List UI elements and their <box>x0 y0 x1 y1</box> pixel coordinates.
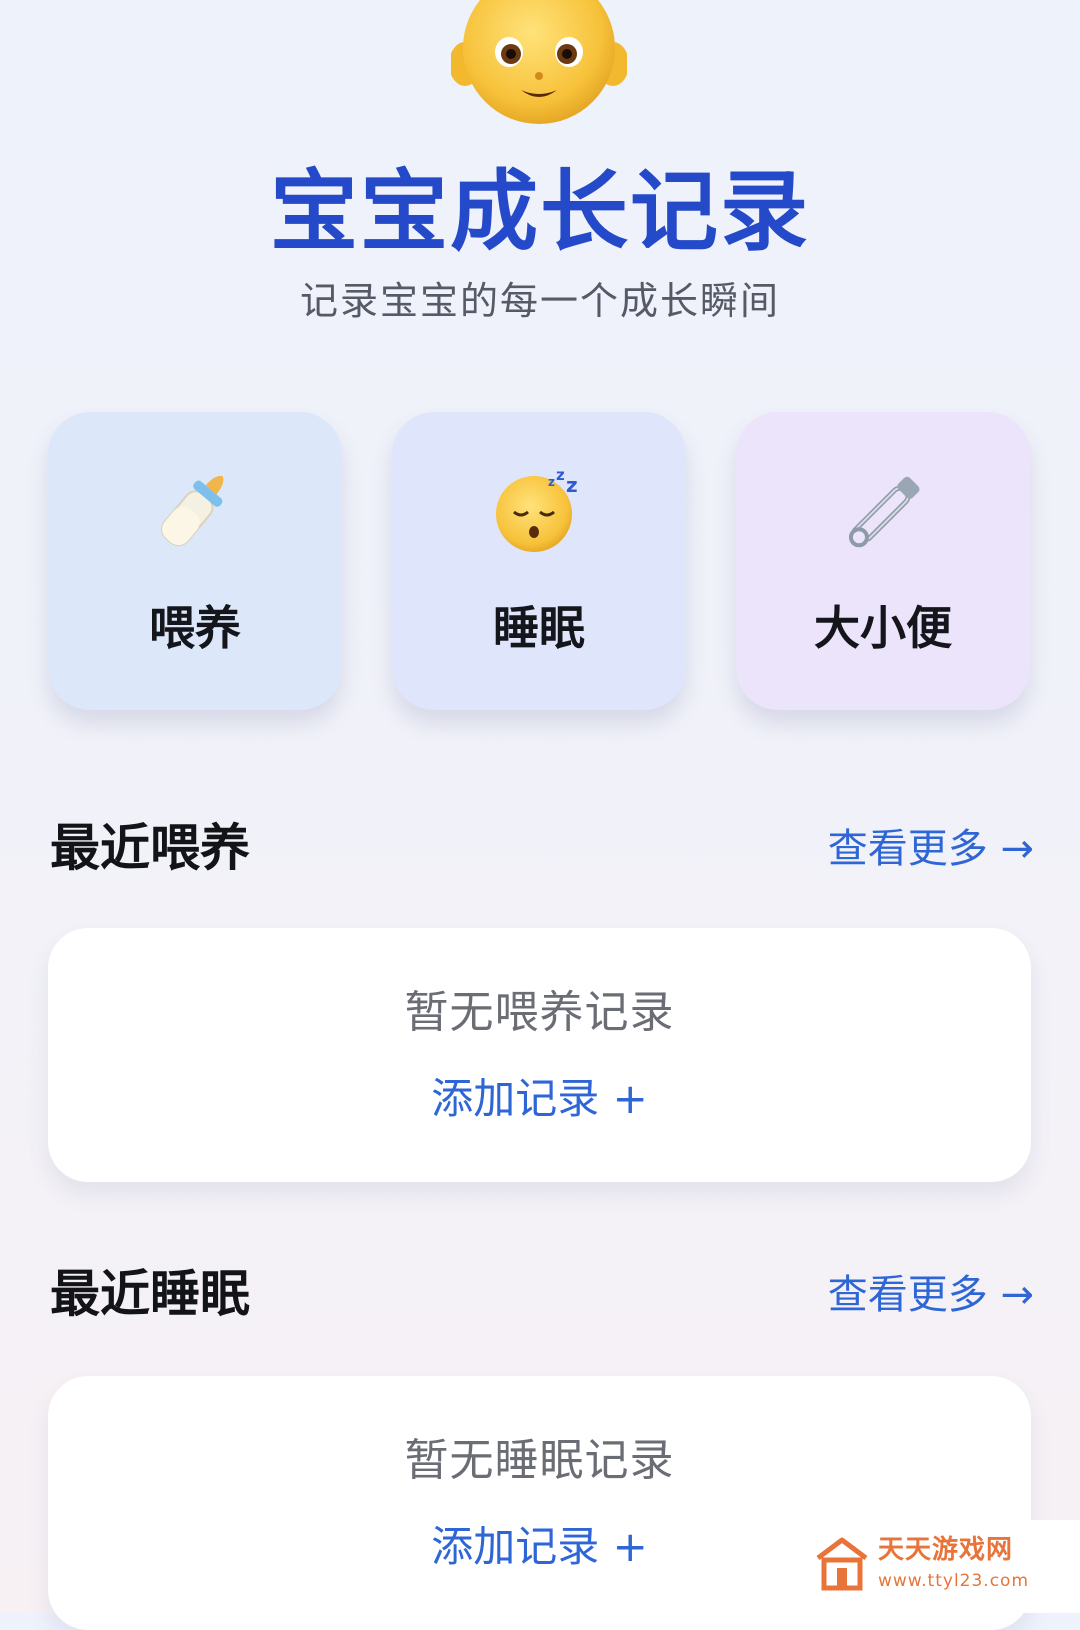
category-card-feeding[interactable]: 喂养 <box>48 412 342 710</box>
feeding-records-card: 暂无喂养记录 添加记录 + <box>48 928 1031 1182</box>
house-logo-icon <box>812 1534 872 1594</box>
sleeping-face-icon: z z z <box>494 464 584 554</box>
empty-state-text: 暂无睡眠记录 <box>404 1435 675 1486</box>
category-label: 睡眠 <box>493 601 585 655</box>
view-more-sleep-link[interactable]: 查看更多 → <box>812 1270 1034 1320</box>
svg-text:z: z <box>548 475 555 489</box>
empty-state-text: 暂无喂养记录 <box>404 987 675 1038</box>
add-feeding-record-button[interactable]: 添加记录 + <box>48 1073 1031 1125</box>
category-card-sleep[interactable]: z z z 睡眠 <box>392 412 686 710</box>
category-label: 喂养 <box>149 601 241 655</box>
watermark-name: 天天游戏网 <box>878 1535 1014 1565</box>
category-label: 大小便 <box>814 601 952 655</box>
section-title-feeding: 最近喂养 <box>50 819 250 877</box>
svg-text:z: z <box>566 473 578 497</box>
watermark-url: www.ttyl23.com <box>878 1571 1030 1591</box>
baby-bottle-icon <box>150 464 240 554</box>
safety-pin-icon <box>838 464 928 554</box>
baby-face-icon <box>449 0 629 124</box>
category-card-diaper[interactable]: 大小便 <box>736 412 1030 710</box>
watermark: 天天游戏网 www.ttyl23.com <box>804 1520 1080 1613</box>
view-more-feeding-link[interactable]: 查看更多 → <box>812 824 1034 874</box>
section-title-sleep: 最近睡眠 <box>50 1265 250 1323</box>
page-subtitle: 记录宝宝的每一个成长瞬间 <box>299 279 780 323</box>
svg-text:z: z <box>556 466 565 484</box>
page-title: 宝宝成长记录 <box>269 160 810 263</box>
